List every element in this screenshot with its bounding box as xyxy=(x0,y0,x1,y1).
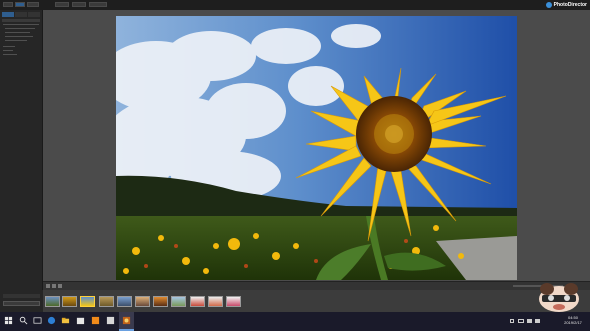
panel-row-3[interactable] xyxy=(5,32,30,33)
brand: PhotoDirector xyxy=(545,1,587,9)
panel-row-7[interactable] xyxy=(3,50,13,51)
panel-tab-1[interactable] xyxy=(2,12,14,17)
filmstrip-toolbar xyxy=(43,281,590,290)
thumbnail-6[interactable] xyxy=(135,296,150,307)
photodirector-logo-icon xyxy=(545,2,552,8)
left-panel-footer xyxy=(0,290,43,312)
thumbnail-2[interactable] xyxy=(62,296,77,307)
thumbnail-10[interactable] xyxy=(208,296,223,307)
store-icon[interactable] xyxy=(76,316,85,325)
left-panel xyxy=(0,10,43,290)
thumbnail-1[interactable] xyxy=(45,296,60,307)
battery-icon[interactable] xyxy=(518,319,524,323)
windows-taskbar: 04:50 2019/2/17 xyxy=(0,312,590,331)
file-explorer-icon[interactable] xyxy=(61,316,70,325)
thumbnail-11[interactable] xyxy=(226,296,241,307)
filmstrip-filter-icon[interactable] xyxy=(58,284,62,288)
filmstrip xyxy=(43,290,590,312)
brand-name: PhotoDirector xyxy=(553,2,587,8)
panel-row-1[interactable] xyxy=(3,24,39,25)
panel-header-bar xyxy=(2,19,40,22)
panel-row-5[interactable] xyxy=(5,40,27,41)
thumbnail-3-selected[interactable] xyxy=(80,296,95,307)
thumbnail-8[interactable] xyxy=(171,296,186,307)
panel-tab-3[interactable] xyxy=(28,12,40,17)
module-tab-library[interactable] xyxy=(3,2,13,7)
windows-start-icon[interactable] xyxy=(4,316,13,325)
thumbnail-4[interactable] xyxy=(99,296,114,307)
ime-icon[interactable] xyxy=(535,319,540,323)
toolbar-button-1[interactable] xyxy=(55,2,69,7)
panel-row-2[interactable] xyxy=(5,28,35,29)
task-view-icon[interactable] xyxy=(33,316,42,325)
thumbnail-7[interactable] xyxy=(153,296,168,307)
clock-date: 2019/2/17 xyxy=(564,320,582,325)
filmstrip-sort-icon[interactable] xyxy=(52,284,56,288)
mail-icon[interactable] xyxy=(91,316,100,325)
panel-row-6[interactable] xyxy=(3,46,15,47)
module-tab-adjustment[interactable] xyxy=(15,2,25,7)
export-button[interactable] xyxy=(3,301,40,306)
sunflower-photo xyxy=(116,16,517,280)
top-toolbar: PhotoDirector xyxy=(0,0,590,10)
thumbnail-5[interactable] xyxy=(117,296,132,307)
photo-viewer xyxy=(43,10,590,290)
footer-bar xyxy=(3,294,40,298)
system-clock[interactable]: 04:50 2019/2/17 xyxy=(562,315,584,325)
photo-image xyxy=(116,16,517,280)
filmstrip-option-icon[interactable] xyxy=(46,284,50,288)
toolbar-button-3[interactable] xyxy=(89,2,107,7)
toolbar-button-2[interactable] xyxy=(72,2,86,7)
taskbar-active-app[interactable] xyxy=(119,312,134,331)
thumbnail-9[interactable] xyxy=(190,296,205,307)
mascot-watermark xyxy=(539,283,579,312)
edge-browser-icon[interactable] xyxy=(47,316,56,325)
panel-row-8[interactable] xyxy=(3,54,17,55)
module-tab-edit[interactable] xyxy=(27,2,39,7)
search-icon[interactable] xyxy=(19,316,28,325)
panel-tab-2[interactable] xyxy=(15,12,27,17)
photodirector-icon xyxy=(122,316,131,325)
panel-row-4[interactable] xyxy=(5,36,33,37)
speaker-icon[interactable] xyxy=(527,319,532,323)
app-icon[interactable] xyxy=(106,316,115,325)
notification-chevron-icon[interactable] xyxy=(510,319,514,323)
